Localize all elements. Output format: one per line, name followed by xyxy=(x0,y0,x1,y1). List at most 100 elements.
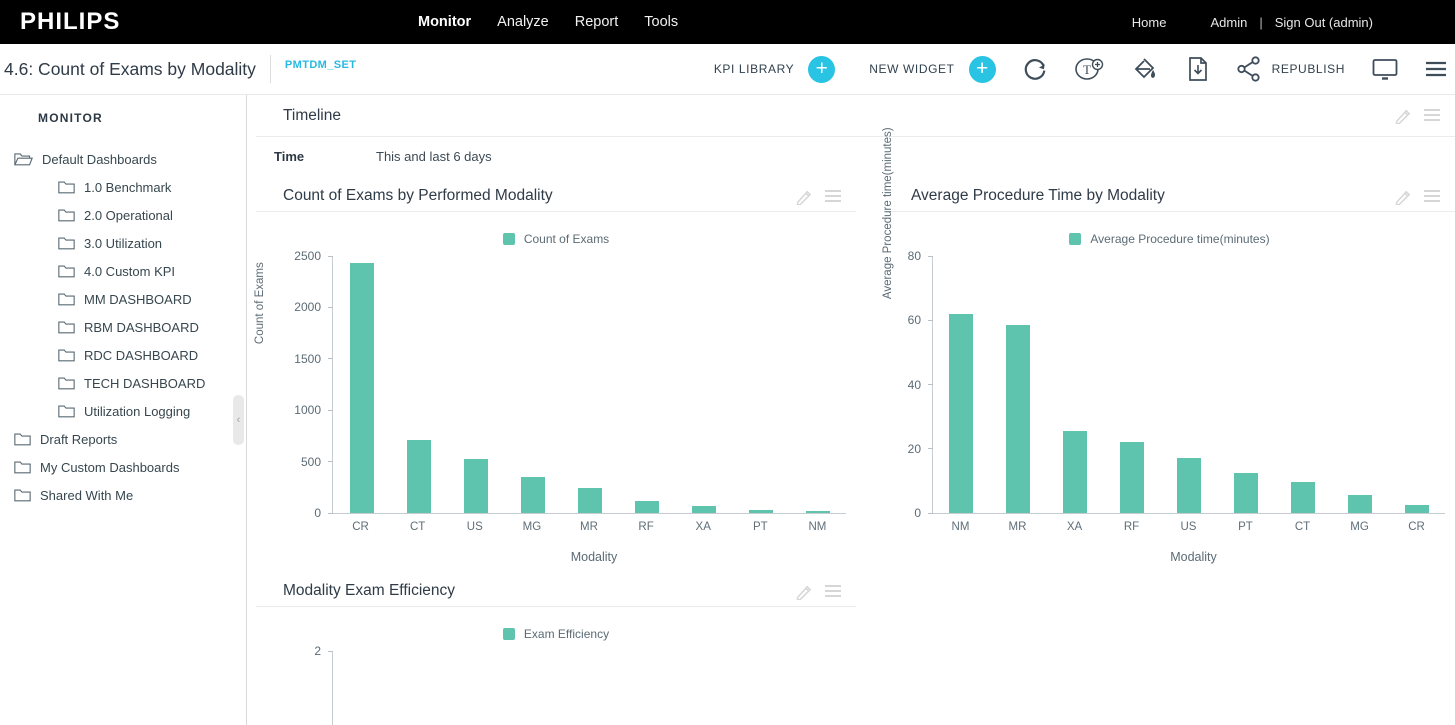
open-folder-icon xyxy=(14,152,33,166)
add-text-icon[interactable]: T xyxy=(1074,55,1106,83)
sidebar-item-shared-with-me[interactable]: Shared With Me xyxy=(0,481,246,509)
bars xyxy=(933,256,1445,513)
menu-icon[interactable] xyxy=(1425,59,1447,79)
display-mode-icon[interactable] xyxy=(1371,56,1399,82)
nav-admin[interactable]: Admin xyxy=(1210,15,1247,30)
edit-pencil-icon[interactable] xyxy=(795,583,812,600)
sidebar-item-4-0-custom-kpi[interactable]: 4.0 Custom KPI xyxy=(0,257,246,285)
y-tick: 2500 xyxy=(294,249,333,263)
bar-ct[interactable] xyxy=(1291,482,1315,513)
x-tick-mr: MR xyxy=(560,521,617,533)
new-widget-button[interactable]: NEW WIDGET xyxy=(869,62,954,76)
sidebar-item-rbm-dashboard[interactable]: RBM DASHBOARD xyxy=(0,313,246,341)
chart-legend: Exam Efficiency xyxy=(256,627,856,641)
bar-nm[interactable] xyxy=(949,314,973,513)
time-label: Time xyxy=(274,149,376,164)
folder-icon xyxy=(14,460,31,474)
widget-menu-icon[interactable] xyxy=(824,188,842,204)
bar-mg[interactable] xyxy=(521,477,545,513)
nav-tab-monitor[interactable]: Monitor xyxy=(418,14,471,30)
widget-header: Average Procedure Time by Modality xyxy=(884,181,1455,212)
edit-pencil-icon[interactable] xyxy=(1394,107,1411,124)
sidebar-item-3-0-utilization[interactable]: 3.0 Utilization xyxy=(0,229,246,257)
bar-nm[interactable] xyxy=(806,511,830,513)
y-tick: 1000 xyxy=(294,403,333,417)
x-tick-pt: PT xyxy=(732,521,789,533)
sidebar-item-utilization-logging[interactable]: Utilization Logging xyxy=(0,397,246,425)
sign-out-link[interactable]: Sign Out (admin) xyxy=(1275,15,1373,30)
new-widget-add-icon[interactable]: + xyxy=(969,56,996,83)
theme-icon[interactable] xyxy=(1132,55,1160,83)
sidebar-collapse-handle[interactable]: ‹ xyxy=(233,395,244,445)
folder-icon xyxy=(58,292,75,306)
sidebar-section-label: MONITOR xyxy=(38,111,246,125)
republish-button[interactable]: REPUBLISH xyxy=(1236,55,1345,83)
chart-title: Modality Exam Efficiency xyxy=(283,582,455,600)
bar-mr[interactable] xyxy=(1006,325,1030,513)
x-tick-rf: RF xyxy=(1103,521,1160,533)
sidebar-item-rdc-dashboard[interactable]: RDC DASHBOARD xyxy=(0,341,246,369)
divider: | xyxy=(1259,15,1262,30)
folder-icon xyxy=(14,488,31,502)
folder-icon xyxy=(58,180,75,194)
bar-us[interactable] xyxy=(464,459,488,513)
sidebar-item-label: 4.0 Custom KPI xyxy=(84,264,175,279)
x-tick-us: US xyxy=(1160,521,1217,533)
bar-us[interactable] xyxy=(1177,458,1201,513)
sidebar-item-draft-reports[interactable]: Draft Reports xyxy=(0,425,246,453)
dataset-tag[interactable]: PMTDM_SET xyxy=(285,59,356,71)
sidebar-item-my-custom-dashboards[interactable]: My Custom Dashboards xyxy=(0,453,246,481)
legend-swatch xyxy=(503,628,515,640)
bar-rf[interactable] xyxy=(635,501,659,513)
bar-chart-avg-procedure-time: Average Procedure time(minutes) Average … xyxy=(884,232,1455,564)
x-axis-label: Modality xyxy=(932,550,1455,564)
y-tick: 20 xyxy=(908,442,933,456)
bar-cr[interactable] xyxy=(1405,505,1429,513)
nav-home[interactable]: Home xyxy=(1132,15,1167,30)
bar-cr[interactable] xyxy=(350,263,374,513)
nav-tab-report[interactable]: Report xyxy=(575,14,619,30)
widget-menu-icon[interactable] xyxy=(824,583,842,599)
timeline-header: Timeline xyxy=(256,95,1455,137)
app-window: PHILIPS MonitorAnalyzeReportTools Home A… xyxy=(0,0,1455,725)
sidebar-item-label: TECH DASHBOARD xyxy=(84,376,205,391)
sidebar-item-1-0-benchmark[interactable]: 1.0 Benchmark xyxy=(0,173,246,201)
nav-tab-tools[interactable]: Tools xyxy=(644,14,678,30)
y-tick: 2 xyxy=(314,644,333,658)
bar-pt[interactable] xyxy=(1234,473,1258,513)
export-document-icon[interactable] xyxy=(1186,55,1210,83)
y-tick: 60 xyxy=(908,313,933,327)
bar-mr[interactable] xyxy=(578,488,602,513)
time-value[interactable]: This and last 6 days xyxy=(376,149,492,164)
bar-mg[interactable] xyxy=(1348,495,1372,513)
nav-tab-analyze[interactable]: Analyze xyxy=(497,14,549,30)
bar-xa[interactable] xyxy=(1063,431,1087,513)
legend-swatch xyxy=(503,233,515,245)
sidebar-item-tech-dashboard[interactable]: TECH DASHBOARD xyxy=(0,369,246,397)
sidebar-item-label: 3.0 Utilization xyxy=(84,236,162,251)
sidebar-item-mm-dashboard[interactable]: MM DASHBOARD xyxy=(0,285,246,313)
sidebar-item-default-dashboards[interactable]: Default Dashboards xyxy=(0,145,246,173)
sidebar-item-2-0-operational[interactable]: 2.0 Operational xyxy=(0,201,246,229)
bar-pt[interactable] xyxy=(749,510,773,513)
y-tick: 500 xyxy=(301,455,333,469)
kpi-library-add-icon[interactable]: + xyxy=(808,56,835,83)
dashboard-main: Timeline Time This and last 6 days Count… xyxy=(247,95,1455,725)
primary-nav: Monitor Analyze Report Tools xyxy=(418,14,678,30)
edit-pencil-icon[interactable] xyxy=(795,188,812,205)
x-tick-ct: CT xyxy=(1274,521,1331,533)
widget-avg-procedure-time: Average Procedure Time by Modality Avera… xyxy=(884,181,1455,564)
x-tick-mg: MG xyxy=(503,521,560,533)
bar-rf[interactable] xyxy=(1120,442,1144,513)
title-toolbar: 4.6: Count of Exams by Modality PMTDM_SE… xyxy=(0,44,1455,95)
bar-ct[interactable] xyxy=(407,440,431,514)
widget-menu-icon[interactable] xyxy=(1423,188,1441,204)
widget-header: Count of Exams by Performed Modality xyxy=(256,181,856,212)
widget-menu-icon[interactable] xyxy=(1423,107,1441,123)
edit-pencil-icon[interactable] xyxy=(1394,188,1411,205)
refresh-icon[interactable] xyxy=(1022,56,1048,82)
charts-row: Count of Exams by Performed Modality Cou… xyxy=(256,181,1455,564)
y-tick: 1500 xyxy=(294,352,333,366)
kpi-library-button[interactable]: KPI LIBRARY xyxy=(714,62,794,76)
bar-xa[interactable] xyxy=(692,506,716,513)
